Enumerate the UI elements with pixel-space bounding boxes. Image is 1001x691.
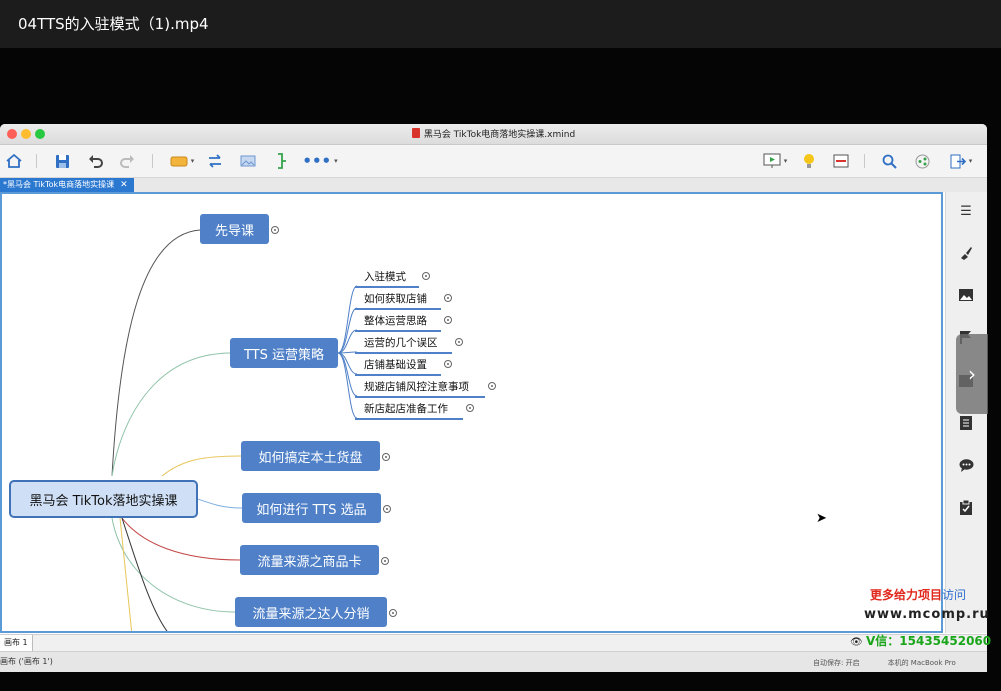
collapse-icon[interactable] — [466, 404, 474, 412]
format-brush-icon[interactable] — [957, 244, 975, 262]
document-icon — [411, 128, 420, 138]
image-icon[interactable] — [239, 150, 257, 172]
watermark-promo: 更多给力项目访问 — [870, 586, 966, 603]
mindmap-connectors — [111, 229, 358, 631]
sheet-bar: 画布 1 — [0, 634, 987, 651]
collapse-icon[interactable] — [444, 316, 452, 324]
topic-affiliate[interactable]: 流量来源之达人分销 — [235, 597, 387, 627]
tab-document-label: *黑马会 TikTok电商落地实操课 — [3, 180, 115, 189]
collapse-icon[interactable] — [455, 338, 463, 346]
export-icon[interactable]: ▾ — [946, 150, 976, 172]
subtopic-new-store-prep[interactable]: 新店起店准备工作 — [355, 400, 463, 420]
topic-tts-strategy[interactable]: TTS 运营策略 — [230, 338, 338, 368]
relationship-icon[interactable] — [206, 150, 224, 172]
comment-icon[interactable] — [957, 456, 975, 474]
chevron-right-icon: › — [968, 362, 976, 386]
collapse-icon[interactable] — [382, 453, 390, 461]
collapse-icon[interactable] — [389, 609, 397, 617]
collapse-icon[interactable] — [381, 557, 389, 565]
search-icon[interactable] — [880, 150, 898, 172]
subtopic-get-store[interactable]: 如何获取店铺 — [355, 290, 441, 310]
home-icon[interactable] — [5, 150, 23, 172]
document-title: 黑马会 TikTok电商落地实操课.xmind — [0, 127, 987, 140]
window-titlebar: 黑马会 TikTok电商落地实操课.xmind — [0, 124, 987, 145]
status-autosave: 自动保存: 开启 本机的 MacBook Pro — [813, 659, 956, 667]
collapse-icon[interactable] — [383, 505, 391, 513]
collapse-icon[interactable] — [271, 226, 279, 234]
mouse-pointer-icon: ➤ — [816, 511, 827, 526]
video-title: 04TTS的入驻模式（1).mp4 — [18, 15, 209, 33]
topic-icon[interactable]: ▾ — [167, 150, 197, 172]
undo-icon[interactable] — [86, 150, 104, 172]
topic-intro[interactable]: 先导课 — [200, 214, 269, 244]
share-icon[interactable] — [913, 150, 931, 172]
central-topic[interactable]: 黑马会 TikTok落地实操课 — [9, 480, 198, 518]
close-icon[interactable]: ✕ — [120, 180, 128, 190]
outliner-icon[interactable] — [832, 150, 850, 172]
status-bar: 画布 ('画布 1') 自动保存: 开启 本机的 MacBook Pro — [0, 651, 987, 672]
collapse-icon[interactable] — [444, 360, 452, 368]
subtopic-entry-mode[interactable]: 入驻模式 — [355, 268, 419, 288]
subtopic-overall-ops[interactable]: 整体运营思路 — [355, 312, 441, 332]
boundary-icon[interactable] — [272, 150, 290, 172]
subtopic-store-setup[interactable]: 店铺基础设置 — [355, 356, 441, 376]
tab-document[interactable]: *黑马会 TikTok电商落地实操课 ✕ — [0, 178, 134, 192]
document-title-text: 黑马会 TikTok电商落地实操课.xmind — [423, 130, 576, 140]
notes-icon[interactable] — [957, 414, 975, 432]
topic-product-selection[interactable]: 如何进行 TTS 选品 — [242, 493, 381, 523]
next-video-button[interactable]: › — [956, 334, 988, 414]
topic-local-supply[interactable]: 如何搞定本土货盘 — [241, 441, 380, 471]
watermark-promo-tail: 访问 — [942, 588, 967, 602]
topic-product-card[interactable]: 流量来源之商品卡 — [240, 545, 379, 575]
toolbar: ▾ ••• ▾ ▾ ▾ — [0, 145, 987, 178]
image-panel-icon[interactable] — [957, 286, 975, 304]
toolbar-separator — [36, 154, 37, 168]
redo-icon[interactable] — [118, 150, 136, 172]
toolbar-separator — [152, 154, 153, 168]
collapse-icon[interactable] — [422, 272, 430, 280]
xmind-window: 黑马会 TikTok电商落地实操课.xmind ▾ ••• ▾ ▾ ▾ *黑马会… — [0, 124, 987, 672]
save-icon[interactable] — [53, 150, 71, 172]
collapse-icon[interactable] — [444, 294, 452, 302]
document-tabbar: *黑马会 TikTok电商落地实操课 ✕ — [0, 178, 987, 192]
subtopic-risk-control[interactable]: 规避店铺风控注意事项 — [355, 378, 485, 398]
video-player-title-bar: 04TTS的入驻模式（1).mp4 — [0, 0, 1001, 48]
mindmap-canvas[interactable]: 黑马会 TikTok落地实操课 先导课 TTS 运营策略 如何搞定本土货盘 如何… — [0, 192, 943, 633]
collapse-icon[interactable] — [488, 382, 496, 390]
task-clipboard-icon[interactable] — [957, 498, 975, 516]
subtopic-ops-mistakes[interactable]: 运营的几个误区 — [355, 334, 452, 354]
status-sheet-name: 画布 ('画布 1') — [0, 657, 53, 666]
watermark-contact: V信：15435452060 — [866, 634, 992, 648]
idea-icon[interactable] — [800, 150, 818, 172]
presentation-icon[interactable]: ▾ — [758, 150, 792, 172]
watermark-promo-text: 更多给力项目 — [870, 588, 943, 602]
sheet-tab[interactable]: 画布 1 — [0, 635, 33, 651]
watermark-site: www.mcomp.ru — [864, 607, 990, 622]
outline-icon[interactable]: ☰ — [957, 202, 975, 220]
eye-icon[interactable]: 👁 — [850, 637, 863, 648]
more-icon[interactable]: ••• ▾ — [302, 150, 337, 172]
toolbar-separator — [864, 154, 865, 168]
